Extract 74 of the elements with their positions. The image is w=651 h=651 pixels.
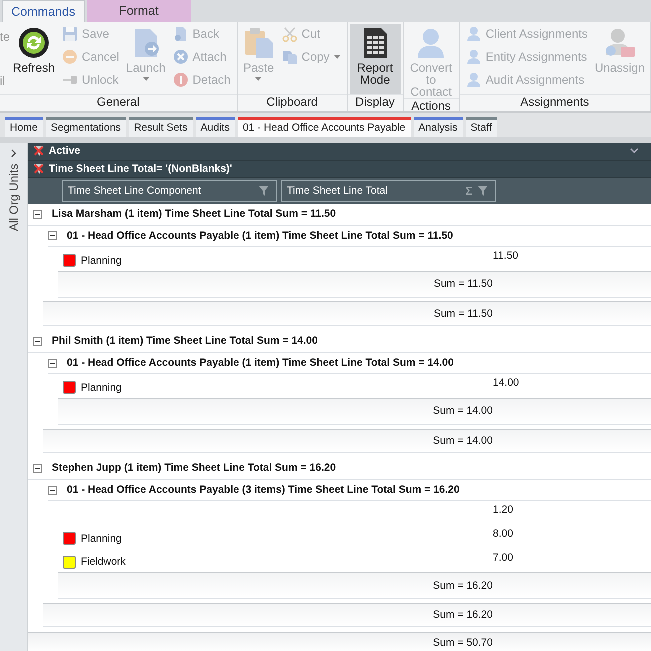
- circle-x-icon: [172, 49, 189, 65]
- sum-value: Sum = 14.00: [432, 434, 493, 447]
- group-label: Display: [348, 94, 403, 111]
- clipboard-icon: [242, 27, 275, 59]
- collapse-icon[interactable]: [48, 231, 57, 240]
- stop-icon: [172, 72, 189, 88]
- ribbon-tab[interactable]: Commands: [2, 0, 85, 22]
- table-cell: Planning: [81, 532, 122, 545]
- table-cell: 11.50: [493, 250, 518, 262]
- cut-off-label: il: [0, 74, 6, 88]
- sidebar-label[interactable]: All Org Units: [6, 164, 20, 232]
- person-icon: [466, 72, 482, 88]
- ribbon-tab[interactable]: Format: [87, 0, 191, 22]
- person-briefcase-icon: [604, 27, 636, 59]
- document-tab[interactable]: Segmentations: [46, 117, 126, 137]
- refresh-icon: [18, 27, 50, 59]
- page-icon: [172, 26, 189, 42]
- chevron-down-icon[interactable]: [630, 148, 639, 154]
- filter-icon[interactable]: [478, 186, 490, 196]
- caret-icon: [142, 77, 150, 81]
- sum-value: Sum = 11.50: [432, 308, 493, 320]
- table-cell: 8.00: [493, 528, 514, 540]
- group-header: 01 - Head Office Accounts Payable (1 item) Time Sheet Line Total Sum = 14.00: [67, 357, 454, 370]
- cut-off-label: te: [0, 30, 10, 44]
- column-title: Time Sheet Line Total: [287, 185, 388, 198]
- group-header: Phil Smith (1 item) Time Sheet Line Total Sum = 14.00: [52, 335, 318, 348]
- table-cell: Planning: [81, 254, 122, 267]
- group-header: 01 - Head Office Accounts Payable (3 items) Time Sheet Line Total Sum = 16.20: [67, 484, 460, 496]
- person-icon: [466, 49, 482, 65]
- column-header[interactable]: Time Sheet Line Component: [62, 180, 277, 202]
- document-tab[interactable]: Analysis: [414, 117, 463, 137]
- document-tab[interactable]: Audits: [196, 117, 235, 137]
- filter-label: Time Sheet Line Total= '(NonBlanks)': [49, 163, 232, 176]
- table-cell: 7.00: [493, 552, 514, 564]
- scissors-icon: [282, 26, 298, 42]
- sum-value: Sum = 16.20: [432, 609, 493, 622]
- grand-total: Sum = 50.70: [432, 637, 493, 650]
- sum-value: Sum = 11.50: [432, 278, 493, 290]
- chevron-right-icon[interactable]: [10, 149, 16, 158]
- group-label: Assignments: [460, 94, 650, 111]
- document-tab[interactable]: 01 - Head Office Accounts Payable: [238, 117, 411, 137]
- group-label: Clipboard: [238, 94, 347, 111]
- document-tab[interactable]: Home: [5, 117, 44, 137]
- filter-icon[interactable]: [259, 186, 271, 196]
- cancel-icon: [62, 49, 78, 65]
- column-header[interactable]: Time Sheet Line Total: [281, 180, 496, 202]
- clear-filter-icon[interactable]: [34, 164, 44, 174]
- table-cell: Planning: [81, 382, 122, 394]
- clear-filter-icon[interactable]: [34, 146, 44, 156]
- caret-icon: [255, 77, 262, 81]
- document-tab[interactable]: Result Sets: [129, 117, 193, 137]
- copy-icon: [282, 49, 298, 65]
- ribbon-button[interactable]: Report Mode: [350, 24, 401, 94]
- sum-value: Sum = 14.00: [432, 405, 493, 418]
- sum-value: Sum = 16.20: [432, 580, 493, 592]
- collapse-icon[interactable]: [48, 358, 57, 368]
- document-tab[interactable]: Staff: [466, 117, 498, 137]
- table-cell: 1.20: [493, 504, 514, 516]
- column-title: Time Sheet Line Component: [68, 185, 202, 198]
- table-cell: 14.00: [493, 377, 520, 390]
- table-cell: Fieldwork: [81, 556, 126, 568]
- sum-icon: [466, 187, 472, 196]
- group-header: Lisa Marsham (1 item) Time Sheet Line Total Sum = 11.50: [52, 208, 336, 220]
- collapse-icon[interactable]: [33, 464, 42, 473]
- collapse-icon[interactable]: [48, 486, 57, 495]
- group-header: Stephen Jupp (1 item) Time Sheet Line Total Sum = 16.20: [52, 462, 336, 474]
- collapse-icon[interactable]: [33, 210, 42, 219]
- collapse-icon[interactable]: [33, 336, 42, 346]
- caret-icon: [334, 55, 341, 59]
- filter-label: Active: [49, 145, 81, 158]
- group-header: 01 - Head Office Accounts Payable (1 item) Time Sheet Line Total Sum = 11.50: [67, 230, 454, 242]
- group-label: General: [0, 94, 237, 111]
- ribbon-button[interactable]: Refresh: [10, 24, 58, 94]
- person-icon: [466, 26, 482, 42]
